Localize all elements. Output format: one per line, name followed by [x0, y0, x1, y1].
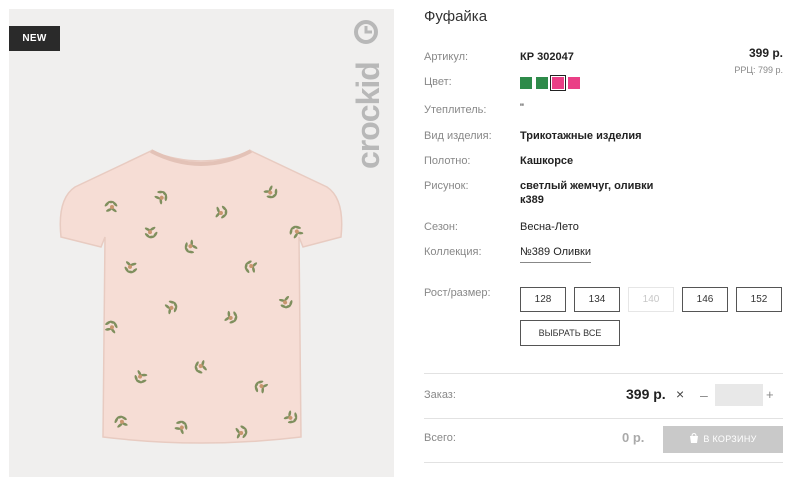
order-price: 399 р.: [626, 386, 666, 402]
color-swatch[interactable]: [568, 77, 580, 89]
select-all-button[interactable]: ВЫБРАТЬ ВСЕ: [520, 320, 620, 346]
tshirt-image: [59, 149, 343, 444]
color-swatch[interactable]: [550, 75, 566, 91]
color-swatches: [520, 75, 580, 91]
article-label: Артикул:: [424, 51, 469, 63]
product-title: Фуфайка: [424, 8, 488, 25]
color-swatch[interactable]: [536, 77, 548, 89]
size-option-134[interactable]: 134: [574, 287, 620, 312]
collection-label: Коллекция:: [424, 246, 482, 258]
fabric-value: Кашкорсе: [520, 155, 574, 167]
size-option-152[interactable]: 152: [736, 287, 782, 312]
add-to-cart-button[interactable]: В КОРЗИНУ: [663, 426, 783, 453]
quantity-plus-button[interactable]: +: [766, 386, 778, 404]
type-label: Вид изделия:: [424, 130, 492, 142]
size-options: 128 134 140 146 152: [520, 287, 782, 312]
pattern-value-line1: светлый жемчуг, оливки: [520, 180, 654, 192]
total-price: 0 р.: [622, 430, 645, 445]
divider: [424, 373, 783, 374]
divider: [424, 462, 783, 463]
size-option-128[interactable]: 128: [520, 287, 566, 312]
size-label: Рост/размер:: [424, 287, 491, 299]
brand-logo-icon: [354, 20, 378, 44]
order-label: Заказ:: [424, 389, 456, 401]
type-value: Трикотажные изделия: [520, 130, 642, 142]
cart-icon: [690, 432, 699, 443]
product-price: 399 р.: [748, 46, 783, 60]
color-swatch[interactable]: [520, 77, 532, 89]
product-photo[interactable]: NEW crockid: [9, 9, 394, 477]
color-label: Цвет:: [424, 76, 452, 88]
close-icon[interactable]: ×: [676, 387, 688, 401]
total-label: Всего:: [424, 432, 456, 444]
season-label: Сезон:: [424, 221, 458, 233]
quantity-input[interactable]: [715, 384, 763, 406]
fabric-label: Полотно:: [424, 155, 471, 167]
size-option-140: 140: [628, 287, 674, 312]
add-to-cart-label: В КОРЗИНУ: [703, 434, 757, 444]
season-value: Весна-Лето: [520, 221, 579, 233]
size-option-146[interactable]: 146: [682, 287, 728, 312]
quantity-minus-button[interactable]: –: [700, 386, 712, 404]
product-rrp: РРЦ: 799 р.: [734, 65, 783, 75]
divider: [424, 418, 783, 419]
pattern-label: Рисунок:: [424, 180, 469, 192]
collection-link[interactable]: №389 Оливки: [520, 245, 592, 263]
brand-logo: crockid: [345, 19, 389, 169]
insulation-value: ": [520, 102, 524, 114]
insulation-label: Утеплитель:: [424, 104, 487, 116]
article-value: КР 302047: [520, 51, 574, 63]
new-badge: NEW: [9, 26, 60, 51]
pattern-value-line2: к389: [520, 194, 544, 206]
